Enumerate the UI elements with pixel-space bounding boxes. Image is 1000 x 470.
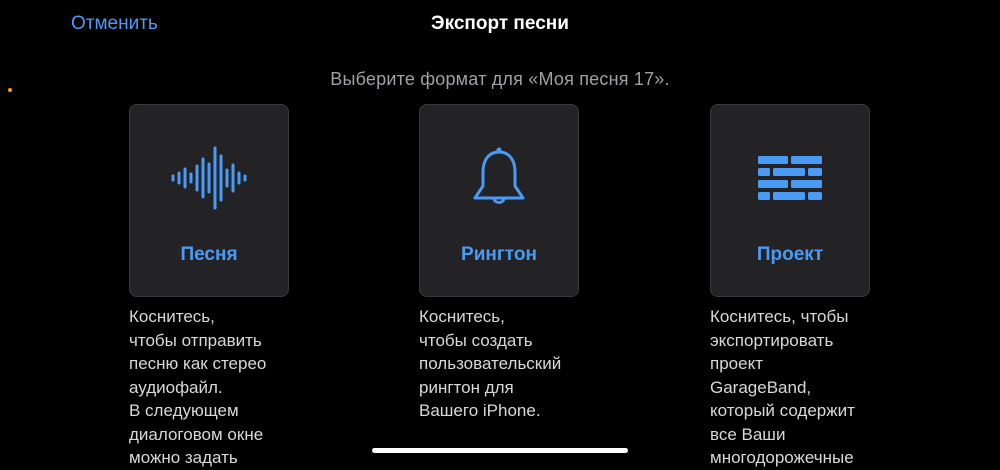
- song-option-description: Коснитесь, чтобы отправить песню как сте…: [129, 307, 267, 467]
- project-option-label: Проект: [756, 244, 824, 265]
- waveform-icon: [130, 143, 288, 213]
- song-option-card[interactable]: Песня: [129, 104, 289, 297]
- format-prompt: Выберите формат для «Моя песня 17».: [330, 69, 670, 89]
- ringtone-option-card[interactable]: Рингтон: [419, 104, 579, 297]
- ringtone-option-description: Коснитесь, чтобы создать пользовательски…: [419, 307, 562, 420]
- page-title: Экспорт песни: [431, 13, 569, 34]
- bricks-icon: [711, 143, 869, 213]
- bell-icon: [420, 143, 578, 213]
- home-indicator[interactable]: [372, 448, 628, 453]
- song-option-label: Песня: [180, 244, 238, 265]
- project-option-card[interactable]: Проект: [710, 104, 870, 297]
- ringtone-option-label: Рингтон: [461, 244, 537, 265]
- project-option-description: Коснитесь, чтобы экспортировать проект G…: [710, 307, 855, 467]
